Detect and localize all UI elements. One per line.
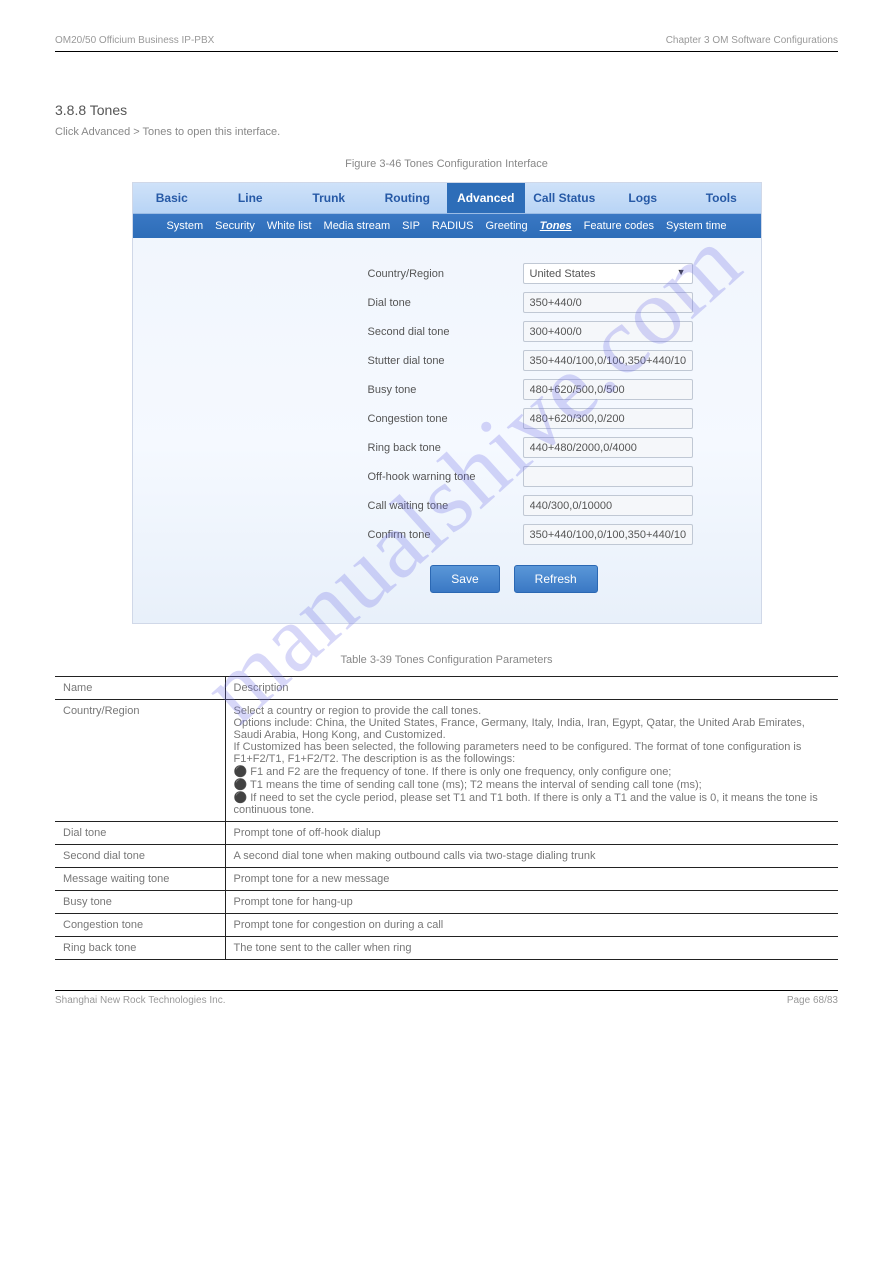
input-second-dial-tone[interactable] (523, 321, 693, 342)
tab-basic[interactable]: Basic (133, 183, 212, 213)
footer-divider (55, 990, 838, 991)
label-call-waiting-tone: Call waiting tone (368, 500, 523, 512)
input-offhook-warning[interactable] (523, 466, 693, 487)
subtab-media-stream[interactable]: Media stream (324, 220, 391, 232)
table-row: Ring back toneThe tone sent to the calle… (55, 937, 838, 960)
subtab-system[interactable]: System (166, 220, 203, 232)
subtab-greeting[interactable]: Greeting (485, 220, 527, 232)
label-congestion-tone: Congestion tone (368, 413, 523, 425)
tab-advanced[interactable]: Advanced (447, 183, 526, 213)
td-description: A second dial tone when making outbound … (225, 845, 838, 868)
save-button[interactable]: Save (430, 565, 499, 593)
section-heading: 3.8.8 Tones (55, 102, 838, 118)
th-name: Name (55, 677, 225, 700)
subtab-security[interactable]: Security (215, 220, 255, 232)
label-dial-tone: Dial tone (368, 297, 523, 309)
label-busy-tone: Busy tone (368, 384, 523, 396)
label-second-dial-tone: Second dial tone (368, 326, 523, 338)
td-description: Prompt tone for a new message (225, 868, 838, 891)
subtab-system-time[interactable]: System time (666, 220, 727, 232)
subtab-whitelist[interactable]: White list (267, 220, 312, 232)
input-congestion-tone[interactable] (523, 408, 693, 429)
td-description: The tone sent to the caller when ring (225, 937, 838, 960)
figure-caption: Figure 3-46 Tones Configuration Interfac… (55, 158, 838, 170)
input-dial-tone[interactable] (523, 292, 693, 313)
section-subtext: Click Advanced > Tones to open this inte… (55, 126, 838, 138)
footer-right: Page 68/83 (787, 995, 838, 1006)
td-description: Prompt tone for congestion on during a c… (225, 914, 838, 937)
table-row: Congestion tonePrompt tone for congestio… (55, 914, 838, 937)
table-row: Dial tonePrompt tone of off-hook dialup (55, 822, 838, 845)
table-row: Busy tonePrompt tone for hang-up (55, 891, 838, 914)
tab-trunk[interactable]: Trunk (290, 183, 369, 213)
td-name: Message waiting tone (55, 868, 225, 891)
subtab-radius[interactable]: RADIUS (432, 220, 474, 232)
label-ring-back-tone: Ring back tone (368, 442, 523, 454)
td-name: Ring back tone (55, 937, 225, 960)
subtab-feature-codes[interactable]: Feature codes (584, 220, 654, 232)
input-busy-tone[interactable] (523, 379, 693, 400)
input-stutter-dial-tone[interactable] (523, 350, 693, 371)
td-description: Prompt tone for hang-up (225, 891, 838, 914)
label-stutter-dial-tone: Stutter dial tone (368, 355, 523, 367)
table-caption: Table 3-39 Tones Configuration Parameter… (55, 654, 838, 666)
td-description: Select a country or region to provide th… (225, 700, 838, 822)
td-name: Country/Region (55, 700, 225, 822)
screenshot-panel: Basic Line Trunk Routing Advanced Call S… (132, 182, 762, 624)
table-row: Country/RegionSelect a country or region… (55, 700, 838, 822)
subtab-sip[interactable]: SIP (402, 220, 420, 232)
td-name: Busy tone (55, 891, 225, 914)
refresh-button[interactable]: Refresh (514, 565, 598, 593)
subtab-tones[interactable]: Tones (540, 220, 572, 232)
footer-left: Shanghai New Rock Technologies Inc. (55, 995, 225, 1006)
label-country-region: Country/Region (368, 268, 523, 280)
header-left: OM20/50 Officium Business IP-PBX (55, 35, 214, 46)
label-confirm-tone: Confirm tone (368, 529, 523, 541)
params-table: Name Description Country/RegionSelect a … (55, 676, 838, 960)
tab-logs[interactable]: Logs (604, 183, 683, 213)
tab-call-status[interactable]: Call Status (525, 183, 604, 213)
td-name: Congestion tone (55, 914, 225, 937)
tab-line[interactable]: Line (211, 183, 290, 213)
nav-secondary: System Security White list Media stream … (133, 214, 761, 238)
td-name: Second dial tone (55, 845, 225, 868)
select-country-region[interactable]: United States (523, 263, 693, 284)
input-call-waiting-tone[interactable] (523, 495, 693, 516)
nav-primary: Basic Line Trunk Routing Advanced Call S… (133, 183, 761, 214)
table-row: Message waiting tonePrompt tone for a ne… (55, 868, 838, 891)
input-ring-back-tone[interactable] (523, 437, 693, 458)
th-description: Description (225, 677, 838, 700)
td-description: Prompt tone of off-hook dialup (225, 822, 838, 845)
header-right: Chapter 3 OM Software Configurations (666, 35, 838, 46)
table-row: Second dial toneA second dial tone when … (55, 845, 838, 868)
label-offhook-warning: Off-hook warning tone (368, 471, 523, 483)
input-confirm-tone[interactable] (523, 524, 693, 545)
header-divider (55, 51, 838, 52)
tab-routing[interactable]: Routing (368, 183, 447, 213)
td-name: Dial tone (55, 822, 225, 845)
tab-tools[interactable]: Tools (682, 183, 761, 213)
form-area: Country/Region United States Dial tone S… (133, 238, 761, 623)
